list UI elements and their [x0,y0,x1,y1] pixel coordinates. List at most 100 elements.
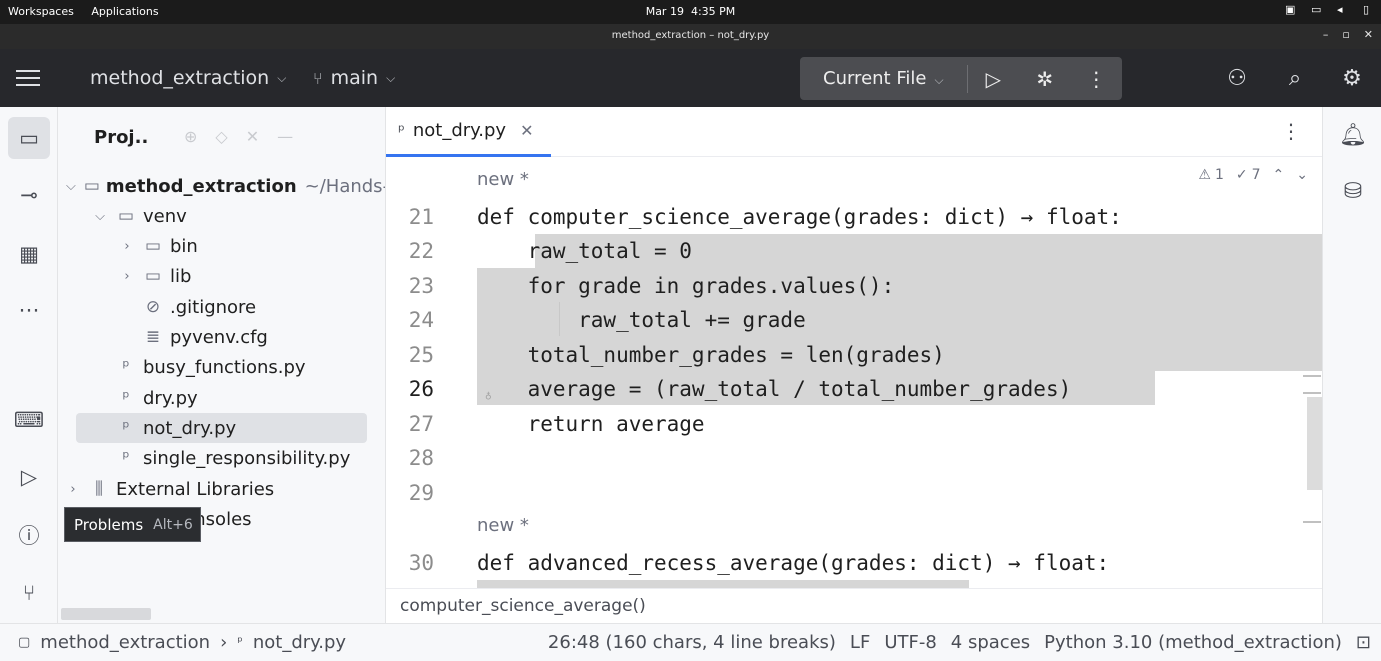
code-line: 24 raw_total += grade [386,302,1323,336]
minimize-icon[interactable]: – [1323,28,1329,41]
lightbulb-icon[interactable]: ♁ [485,389,492,402]
line-separator[interactable]: LF [850,632,870,653]
close-window-icon[interactable]: ✕ [1364,28,1373,41]
add-user-icon[interactable]: ⚇ [1222,49,1252,107]
chevron-right-icon[interactable]: › [120,239,134,254]
code-vision-hint[interactable]: new * [477,169,529,190]
display-icon[interactable]: ▭ [1311,4,1323,16]
vertical-scrollbar[interactable] [1307,397,1323,490]
code-line: 28 [386,440,1323,474]
maximize-icon[interactable]: ▫ [1342,28,1349,41]
database-icon[interactable]: ⛁ [1337,179,1369,211]
code-text: def advanced_recess_average(grades: dict… [477,551,1110,575]
folder-icon: ▭ [144,266,162,286]
tree-item-label: not_dry.py [143,417,237,439]
search-icon[interactable]: ⌕ [1280,49,1310,107]
breadcrumb-file[interactable]: not_dry.py [253,632,346,653]
tree-item-label: single_responsibility.py [143,447,351,469]
os-date: Mar 19 [645,5,684,18]
bell-icon[interactable]: 🔔︎ [1337,123,1369,155]
hide-panel-icon[interactable]: — [277,127,293,146]
project-panel: Proj.. ⊕ ◇ ✕ — ⌵ ▭ method_extraction ~/H… [58,107,385,623]
collapse-all-icon[interactable]: ✕ [246,127,259,146]
bug-icon[interactable]: ✲ [1019,67,1070,91]
network-icon[interactable]: ▣ [1285,4,1297,16]
tree-item-busy-functions[interactable]: ᵖ busy_functions.py [58,352,385,382]
editor-breadcrumb[interactable]: computer_science_average() [386,588,1323,623]
branch-name: main [330,67,379,89]
code-view[interactable]: new * 21 def computer_science_average(gra… [386,157,1323,588]
chevron-down-icon[interactable]: ⌵ [66,179,76,194]
code-vision-hint[interactable]: new * [477,515,529,536]
branch-selector[interactable]: ⑂ main ⌵ [313,49,395,107]
play-icon[interactable]: ▷ [968,67,1019,91]
python-interpreter[interactable]: Python 3.10 (method_extraction) [1044,632,1342,653]
scroll-marker [1303,392,1321,394]
run-config-selector[interactable]: Current File ⌵ [800,68,967,89]
os-clock[interactable]: Mar 19 4:35 PM [0,5,1381,18]
tree-item-label: busy_functions.py [143,356,306,378]
library-icon: ⫼ [95,479,103,499]
code-text: average = (raw_total / total_number_grad… [477,377,1072,401]
caret-position[interactable]: 26:48 (160 chars, 4 line breaks) [548,632,836,653]
chevron-down-icon: ⌵ [386,70,396,85]
gear-icon[interactable]: ⚙ [1337,49,1367,107]
run-icon[interactable]: ▷ [8,456,50,498]
power-icon[interactable]: ▯ [1363,4,1375,16]
problems-tooltip: Problems Alt+6 [64,507,201,542]
git-icon[interactable]: ⑂ [8,572,50,614]
problems-icon[interactable]: ⓘ [8,514,50,556]
chevron-right-icon[interactable]: › [66,482,80,497]
expand-all-icon[interactable]: ◇ [215,127,227,146]
terminal-icon[interactable]: ⌨ [8,399,50,441]
indent-setting[interactable]: 4 spaces [951,632,1030,653]
code-text: raw_total += grade [477,308,806,332]
tree-item-single-responsibility[interactable]: ᵖ single_responsibility.py [58,443,385,473]
structure-icon[interactable]: ▦ [8,233,50,275]
tree-item-pyvenv[interactable]: ≣ pyvenv.cfg [58,322,385,352]
project-selector[interactable]: method_extraction ⌵ [90,49,286,107]
commit-icon[interactable]: ⊸ [8,174,50,216]
folder-icon: ▭ [144,236,162,256]
close-icon[interactable]: ✕ [520,121,533,140]
hamburger-icon[interactable] [16,49,42,107]
line-number: 23 [408,274,434,298]
branch-icon: ⑂ [313,68,323,88]
project-panel-title[interactable]: Proj.. [94,127,148,148]
horizontal-scrollbar[interactable] [61,608,151,620]
tree-item-label: venv [143,205,187,227]
tree-item-venv[interactable]: ⌵ ▭ venv [58,201,385,231]
tree-item-gitignore[interactable]: ⊘ .gitignore [58,292,385,322]
tree-item-label: pyvenv.cfg [170,326,268,348]
kebab-icon[interactable]: ⋮ [1071,67,1122,91]
locate-icon[interactable]: ⊕ [184,127,197,146]
breadcrumb-project[interactable]: method_extraction [40,632,210,653]
scroll-marker [1303,375,1321,377]
window-title: method_extraction – not_dry.py [611,30,770,41]
folder-icon[interactable]: ▭ [8,117,50,159]
volume-icon[interactable]: ◂ [1337,4,1349,16]
file-encoding[interactable]: UTF-8 [884,632,936,653]
run-widget: Current File ⌵ ▷ ✲ ⋮ [800,57,1122,100]
chevron-down-icon[interactable]: ⌵ [93,209,107,224]
kebab-icon[interactable]: ⋮ [1281,119,1301,143]
tooltip-label: Problems [74,515,144,534]
code-line: 23 for grade in grades.values(): [386,268,1323,302]
tree-item-bin[interactable]: › ▭ bin [58,231,385,261]
tree-item-external-libraries[interactable]: › ⫼ External Libraries [58,474,385,504]
line-number: 24 [408,308,434,332]
code-text: return average [477,412,705,436]
lock-icon[interactable]: ⊡ [1356,632,1371,653]
tab-not-dry[interactable]: ᵖ not_dry.py ✕ [386,107,551,157]
line-number: 27 [408,412,434,436]
scroll-marker [1303,521,1321,523]
tree-item-not-dry[interactable]: ᵖ not_dry.py [76,413,367,443]
tree-item-root[interactable]: ⌵ ▭ method_extraction ~/Hands- [58,171,385,201]
more-tools-icon[interactable]: ⋯ [8,289,50,331]
chevron-right-icon[interactable]: › [120,269,134,284]
line-number: 29 [408,481,434,505]
tree-item-lib[interactable]: › ▭ lib [58,261,385,291]
code-text: raw_total = 0 [477,239,692,263]
tree-item-label: dry.py [143,387,198,409]
tree-item-dry[interactable]: ᵖ dry.py [58,383,385,413]
